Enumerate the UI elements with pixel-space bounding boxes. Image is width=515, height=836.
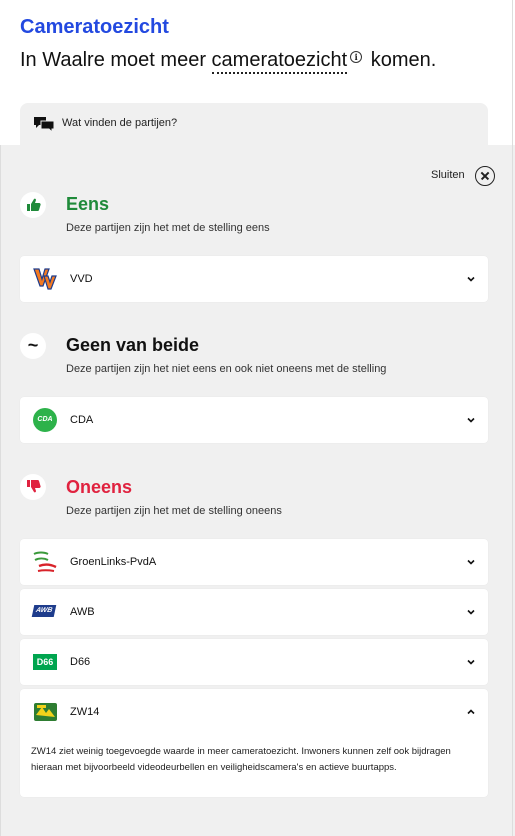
d66-logo: D66 (33, 654, 57, 670)
party-name: GroenLinks-PvdA (70, 556, 157, 568)
vvd-logo (33, 268, 57, 290)
close-label: Sluiten (431, 169, 465, 181)
group-desc-oneens: Deze partijen zijn het met de stelling o… (66, 505, 282, 517)
chevron-down-icon (467, 276, 475, 282)
party-name: AWB (70, 606, 95, 618)
cda-logo: CDA (33, 408, 57, 432)
group-desc-eens: Deze partijen zijn het met de stelling e… (66, 222, 270, 234)
group-desc-geen-van-beide: Deze partijen zijn het niet eens en ook … (66, 363, 387, 375)
party-explanation: ZW14 ziet weinig toegevoegde waarde in m… (31, 746, 451, 773)
header-area: Cameratoezicht In Waalre moet meer camer… (0, 0, 515, 145)
chat-bubbles-icon (34, 117, 55, 133)
party-name: ZW14 (70, 706, 100, 718)
chevron-down-icon (467, 609, 475, 615)
party-name: CDA (70, 414, 94, 426)
awb-logo: AWB (31, 605, 57, 617)
group-title-oneens: Oneens (66, 477, 133, 497)
party-card-d66[interactable]: D66 D66 (20, 639, 488, 685)
group-title-geen-van-beide: Geen van beide (66, 335, 200, 355)
groenlinks-pvda-logo (33, 551, 57, 572)
chevron-down-icon (467, 659, 475, 665)
tab-label: Wat vinden de partijen? (62, 117, 178, 129)
statement-start: In Waalre moet meer (20, 49, 212, 71)
party-name: D66 (70, 656, 91, 668)
thumbs-down-icon (20, 474, 46, 500)
statement-end: komen. (365, 49, 437, 71)
chevron-down-icon (467, 559, 475, 565)
theme-title: Cameratoezicht (20, 16, 169, 38)
statement: In Waalre moet meer cameratoezicht i kome… (20, 49, 437, 74)
group-title-eens: Eens (66, 194, 110, 214)
party-card-groenlinks-pvda[interactable]: GroenLinks-PvdA (20, 539, 488, 585)
party-card-awb[interactable]: AWB AWB (20, 589, 488, 635)
close-circle-icon (475, 166, 495, 186)
chevron-up-icon (467, 709, 475, 715)
statement-term-link[interactable]: cameratoezicht (211, 49, 348, 74)
tab-party-opinions[interactable]: Wat vinden de partijen? (20, 103, 488, 145)
party-card-vvd[interactable]: VVD (20, 256, 488, 302)
thumbs-up-icon (20, 192, 46, 218)
tilde-icon: ~ (20, 333, 46, 359)
party-name: VVD (70, 273, 93, 285)
info-icon[interactable]: i (350, 51, 363, 63)
chevron-down-icon (467, 417, 475, 423)
party-card-cda[interactable]: CDA CDA (20, 397, 488, 443)
right-border (512, 0, 513, 836)
party-card-zw14[interactable]: ZW14 ZW14 ziet weinig toegevoegde waarde… (20, 689, 488, 797)
zw14-logo (34, 703, 57, 721)
